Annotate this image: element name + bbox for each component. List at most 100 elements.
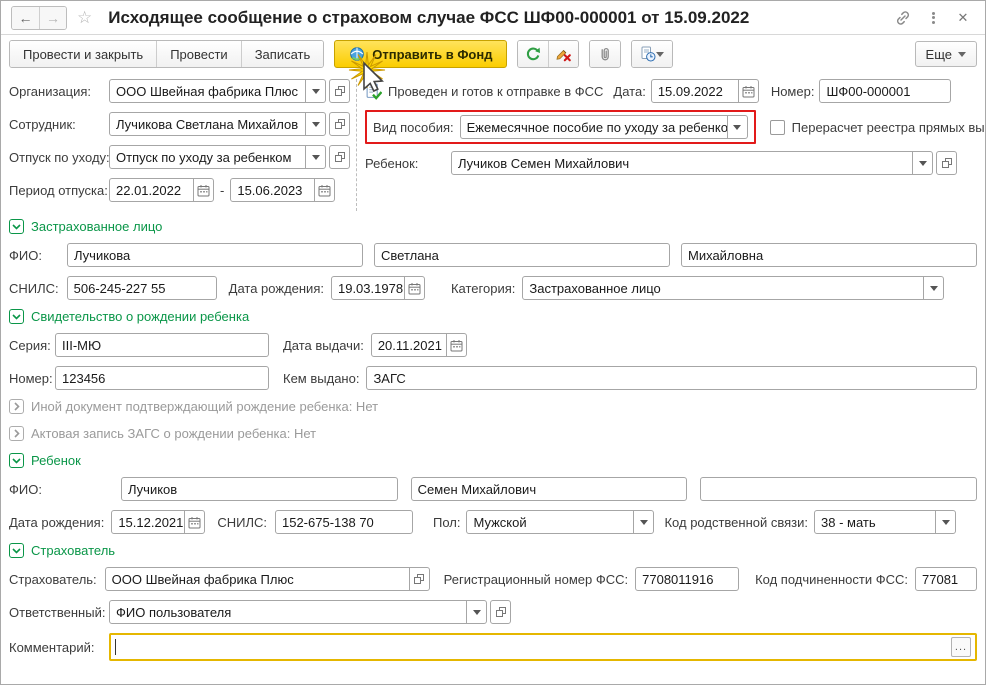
benefit-kind-dropdown-button[interactable]: [727, 115, 748, 139]
calendar-icon: [408, 282, 421, 295]
child-ref-dropdown-button[interactable]: [912, 151, 933, 175]
date-calendar-button[interactable]: [738, 79, 759, 103]
employee-input[interactable]: Лучикова Светлана Михайлов: [109, 112, 306, 136]
refresh-button[interactable]: [518, 41, 548, 67]
collapse-chevron-down-icon[interactable]: [9, 543, 24, 558]
document-history-button[interactable]: [632, 41, 672, 67]
child-snils-input[interactable]: 152-675-138 70: [275, 510, 413, 534]
insured-last-name-input[interactable]: Лучикова: [67, 243, 363, 267]
leave-period-from-input[interactable]: 22.01.2022: [109, 178, 194, 202]
post-and-close-button[interactable]: Провести и закрыть: [10, 41, 156, 67]
gender-input[interactable]: Мужской: [466, 510, 634, 534]
send-to-fund-button[interactable]: Отправить в Фонд: [334, 40, 507, 68]
command-bar: Провести и закрыть Провести Записать Отп…: [1, 35, 985, 73]
insured-birth-date-calendar-button[interactable]: [404, 276, 425, 300]
send-globe-icon: [349, 46, 365, 62]
insured-middle-name-input[interactable]: Михайловна: [681, 243, 977, 267]
insured-snils-label: СНИЛС:: [9, 281, 59, 296]
document-form: Организация: ООО Швейная фабрика Плюс Со…: [1, 73, 985, 661]
issue-date-input[interactable]: 20.11.2021: [371, 333, 447, 357]
more-label: Еще: [926, 47, 952, 62]
top-left-column: Организация: ООО Швейная фабрика Плюс Со…: [9, 79, 356, 211]
issue-date-calendar-button[interactable]: [446, 333, 467, 357]
child-extra-name-input[interactable]: [700, 477, 977, 501]
birth-certificate-section-header[interactable]: Свидетельство о рождении ребенка: [9, 309, 977, 324]
cert-number-input[interactable]: 123456: [55, 366, 269, 390]
attachments-button[interactable]: [590, 41, 620, 67]
insurer-row: Страхователь: ООО Швейная фабрика Плюс Р…: [9, 567, 977, 591]
collapse-chevron-right-icon[interactable]: [9, 426, 24, 441]
employee-open-button[interactable]: [329, 112, 350, 136]
insured-person-section-header[interactable]: Застрахованное лицо: [9, 219, 977, 234]
child-birth-date-label: Дата рождения:: [9, 515, 104, 530]
close-icon[interactable]: ✕: [951, 7, 975, 29]
comment-input[interactable]: ...: [109, 633, 977, 661]
responsible-input[interactable]: ФИО пользователя: [109, 600, 467, 624]
comment-expand-button[interactable]: ...: [951, 637, 971, 657]
leave-period-from-calendar-button[interactable]: [193, 178, 214, 202]
child-ref-open-button[interactable]: [936, 151, 957, 175]
care-leave-dropdown-button[interactable]: [305, 145, 326, 169]
number-input[interactable]: ШФ00-000001: [819, 79, 951, 103]
insurer-section-header[interactable]: Страхователь: [9, 543, 977, 558]
calendar-icon: [318, 184, 331, 197]
issued-by-input[interactable]: ЗАГС: [366, 366, 977, 390]
zags-record-collapsed-section[interactable]: Актовая запись ЗАГС о рождении ребенка: …: [9, 426, 977, 441]
child-birth-date-calendar-button[interactable]: [184, 510, 205, 534]
open-in-new-icon: [413, 573, 425, 585]
series-input[interactable]: III-МЮ: [55, 333, 269, 357]
leave-period-to-input[interactable]: 15.06.2023: [230, 178, 315, 202]
fss-reg-number-input[interactable]: 7708011916: [635, 567, 739, 591]
insurer-input[interactable]: ООО Швейная фабрика Плюс: [105, 567, 410, 591]
relation-code-dropdown-button[interactable]: [935, 510, 956, 534]
responsible-dropdown-button[interactable]: [466, 600, 487, 624]
insured-category-label: Категория:: [451, 281, 515, 296]
insurer-open-button[interactable]: [409, 567, 430, 591]
insured-birth-date-input[interactable]: 19.03.1978: [331, 276, 405, 300]
child-first-middle-input[interactable]: Семен Михайлович: [411, 477, 688, 501]
responsible-row: Ответственный: ФИО пользователя: [9, 600, 977, 624]
organization-dropdown-button[interactable]: [305, 79, 326, 103]
insured-category-input[interactable]: Застрахованное лицо: [522, 276, 924, 300]
benefit-kind-highlight-box: Вид пособия: Ежемесячное пособие по уход…: [365, 110, 756, 144]
employee-dropdown-button[interactable]: [305, 112, 326, 136]
recalc-registry-checkbox[interactable]: [770, 120, 785, 135]
care-leave-input[interactable]: Отпуск по уходу за ребенком: [109, 145, 306, 169]
insured-first-name-input[interactable]: Светлана: [374, 243, 670, 267]
issue-date-label: Дата выдачи:: [283, 338, 364, 353]
child-birth-date-input[interactable]: 15.12.2021: [111, 510, 185, 534]
back-button[interactable]: ←: [12, 7, 39, 29]
post-button[interactable]: Провести: [156, 41, 241, 67]
other-document-collapsed-section[interactable]: Иной документ подтверждающий рождение ре…: [9, 399, 977, 414]
leave-period-to-calendar-button[interactable]: [314, 178, 335, 202]
collapse-chevron-right-icon[interactable]: [9, 399, 24, 414]
collapse-chevron-down-icon[interactable]: [9, 219, 24, 234]
insured-snils-input[interactable]: 506-245-227 55: [67, 276, 217, 300]
insured-category-dropdown-button[interactable]: [923, 276, 944, 300]
more-menu-icon[interactable]: [921, 7, 945, 29]
chevron-down-icon: [656, 52, 664, 61]
collapse-chevron-down-icon[interactable]: [9, 453, 24, 468]
child-ref-input[interactable]: Лучиков Семен Михайлович: [451, 151, 913, 175]
child-last-name-input[interactable]: Лучиков: [121, 477, 398, 501]
write-button[interactable]: Записать: [241, 41, 324, 67]
cert-number-label: Номер:: [9, 371, 55, 386]
organization-open-button[interactable]: [329, 79, 350, 103]
fss-subordination-input[interactable]: 77081: [915, 567, 977, 591]
more-button[interactable]: Еще: [915, 41, 977, 67]
date-input[interactable]: 15.09.2022: [651, 79, 739, 103]
forward-button[interactable]: →: [39, 7, 66, 29]
gender-dropdown-button[interactable]: [633, 510, 654, 534]
collapse-chevron-down-icon[interactable]: [9, 309, 24, 324]
benefit-kind-row: Вид пособия: Ежемесячное пособие по уход…: [365, 110, 986, 144]
cancel-posting-button[interactable]: [548, 41, 578, 67]
favorite-star-icon[interactable]: ☆: [77, 8, 92, 28]
organization-input[interactable]: ООО Швейная фабрика Плюс: [109, 79, 306, 103]
care-leave-open-button[interactable]: [329, 145, 350, 169]
responsible-open-button[interactable]: [490, 600, 511, 624]
relation-code-input[interactable]: 38 - мать: [814, 510, 936, 534]
number-label: Номер:: [771, 84, 815, 99]
benefit-kind-input[interactable]: Ежемесячное пособие по уходу за ребенко: [460, 115, 728, 139]
child-section-header[interactable]: Ребенок: [9, 453, 977, 468]
get-link-icon[interactable]: [891, 7, 915, 29]
